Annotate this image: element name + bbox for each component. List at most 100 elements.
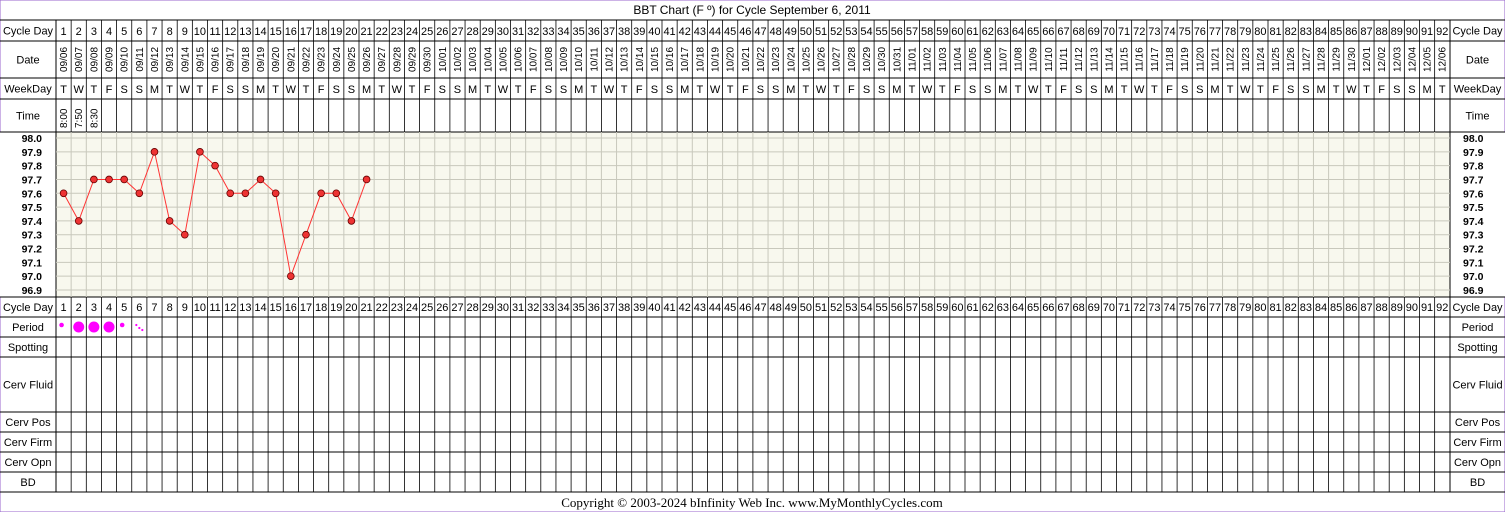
weekday-letter: S: [439, 84, 446, 96]
cycle-day-number: 12: [224, 302, 236, 314]
weekday-letter: M: [362, 84, 371, 96]
weekday-letter: M: [150, 84, 159, 96]
weekday-letter: W: [1346, 84, 1357, 96]
date-label: 10/31: [892, 47, 903, 72]
cycle-day-number: 72: [1133, 26, 1145, 38]
weekday-letter: T: [166, 84, 173, 96]
cycle-day-number: 88: [1376, 302, 1388, 314]
cycle-day-number: 14: [254, 302, 266, 314]
date-label: 09/14: [180, 47, 191, 72]
temperature-point: [180, 230, 189, 239]
cycle-day-number: 85: [1330, 302, 1342, 314]
date-label: 09/17: [226, 47, 237, 72]
cycle-day-number: 63: [997, 302, 1009, 314]
cycle-day-number: 64: [1012, 302, 1024, 314]
date-label: 10/08: [544, 47, 555, 72]
date-label: 12/02: [1377, 47, 1388, 72]
date-label: 12/06: [1438, 47, 1449, 72]
temperature-point: [105, 175, 113, 184]
cycle-day-number: 56: [891, 26, 903, 38]
weekday-letter: S: [878, 84, 885, 96]
date-label: 10/18: [695, 47, 706, 72]
y-tick-label-left: 97.5: [22, 202, 43, 214]
cycle-day-number: 36: [588, 302, 600, 314]
weekday-letter: F: [212, 84, 219, 96]
cycle-day-number: 61: [966, 26, 978, 38]
cycle-day-number: 87: [1360, 26, 1372, 38]
temperature-point: [317, 189, 325, 198]
y-tick-label-right: 97.5: [1463, 202, 1484, 214]
cycle-day-number: 33: [542, 26, 554, 38]
cycle-day-number: 23: [391, 26, 403, 38]
weekday-letter: F: [954, 84, 961, 96]
weekday-letter: S: [772, 84, 779, 96]
period-spot-dot: [135, 323, 138, 327]
weekday-letter: T: [484, 84, 491, 96]
row-label-period: Period: [12, 322, 44, 334]
y-tick-label-left: 97.3: [22, 230, 43, 242]
cycle-day-number: 31: [512, 26, 524, 38]
cycle-day-number: 53: [845, 26, 857, 38]
date-label: 10/23: [771, 47, 782, 72]
cycle-day-number: 3: [91, 26, 97, 38]
y-tick-label-left: 97.8: [22, 161, 43, 173]
date-label: 11/13: [1089, 47, 1100, 72]
weekday-letter: S: [333, 84, 340, 96]
cycle-day-number: 6: [136, 26, 142, 38]
weekday-letter: T: [1151, 84, 1158, 96]
cycle-day-number: 13: [239, 302, 251, 314]
date-label: 11/27: [1301, 47, 1312, 72]
date-label: 10/20: [726, 47, 737, 72]
cycle-day-number: 77: [1209, 302, 1221, 314]
row-label-date: Date: [16, 55, 39, 67]
temperature-point: [302, 230, 310, 239]
row-label-right-time: Time: [1465, 111, 1489, 123]
cycle-day-number: 89: [1391, 26, 1403, 38]
date-label: 09/13: [165, 47, 176, 72]
cycle-day-number: 59: [936, 26, 948, 38]
temperature-point: [59, 189, 68, 198]
weekday-letter: S: [1075, 84, 1082, 96]
weekday-letter: F: [530, 84, 537, 96]
cycle-day-number: 4: [106, 302, 112, 314]
cycle-day-number: 48: [770, 26, 782, 38]
cycle-day-number: 90: [1406, 302, 1418, 314]
row-label-time: Time: [16, 111, 40, 123]
cycle-day-number: 8: [167, 302, 173, 314]
date-label: 10/07: [529, 47, 540, 72]
time-label: 8:30: [89, 108, 100, 128]
cycle-day-number: 74: [1163, 26, 1175, 38]
temperature-point: [74, 217, 83, 225]
cycle-day-number: 30: [497, 302, 509, 314]
cycle-day-number: 90: [1406, 26, 1418, 38]
y-tick-label-right: 97.4: [1463, 216, 1484, 228]
cycle-day-number: 48: [770, 302, 782, 314]
cycle-day-number: 57: [906, 26, 918, 38]
cycle-day-number: 7: [151, 26, 157, 38]
cycle-day-number: 68: [1073, 26, 1085, 38]
date-label: 11/29: [1332, 47, 1343, 72]
weekday-letter: F: [742, 84, 749, 96]
date-label: 09/25: [347, 47, 358, 72]
date-label: 10/09: [559, 47, 570, 72]
temperature-point: [90, 175, 98, 184]
row-label-right-cerv-opn: Cerv Opn: [1454, 457, 1501, 469]
date-label: 09/20: [271, 47, 282, 72]
cycle-day-number: 27: [451, 26, 463, 38]
date-label: 10/21: [741, 47, 752, 72]
weekday-letter: F: [848, 84, 855, 96]
cycle-day-number: 15: [270, 302, 282, 314]
weekday-letter: M: [786, 84, 795, 96]
cycle-day-number: 32: [527, 302, 539, 314]
cycle-day-number: 4: [106, 26, 112, 38]
date-label: 09/28: [392, 47, 403, 72]
cycle-day-number: 86: [1345, 26, 1357, 38]
y-tick-label-right: 97.3: [1463, 230, 1484, 242]
cycle-day-number: 34: [557, 26, 569, 38]
cycle-day-number: 65: [1027, 302, 1039, 314]
period-spot-dot: [138, 326, 141, 330]
weekday-letter: M: [574, 84, 583, 96]
cycle-day-number: 16: [285, 26, 297, 38]
weekday-letter: M: [998, 84, 1007, 96]
weekday-letter: S: [1090, 84, 1097, 96]
